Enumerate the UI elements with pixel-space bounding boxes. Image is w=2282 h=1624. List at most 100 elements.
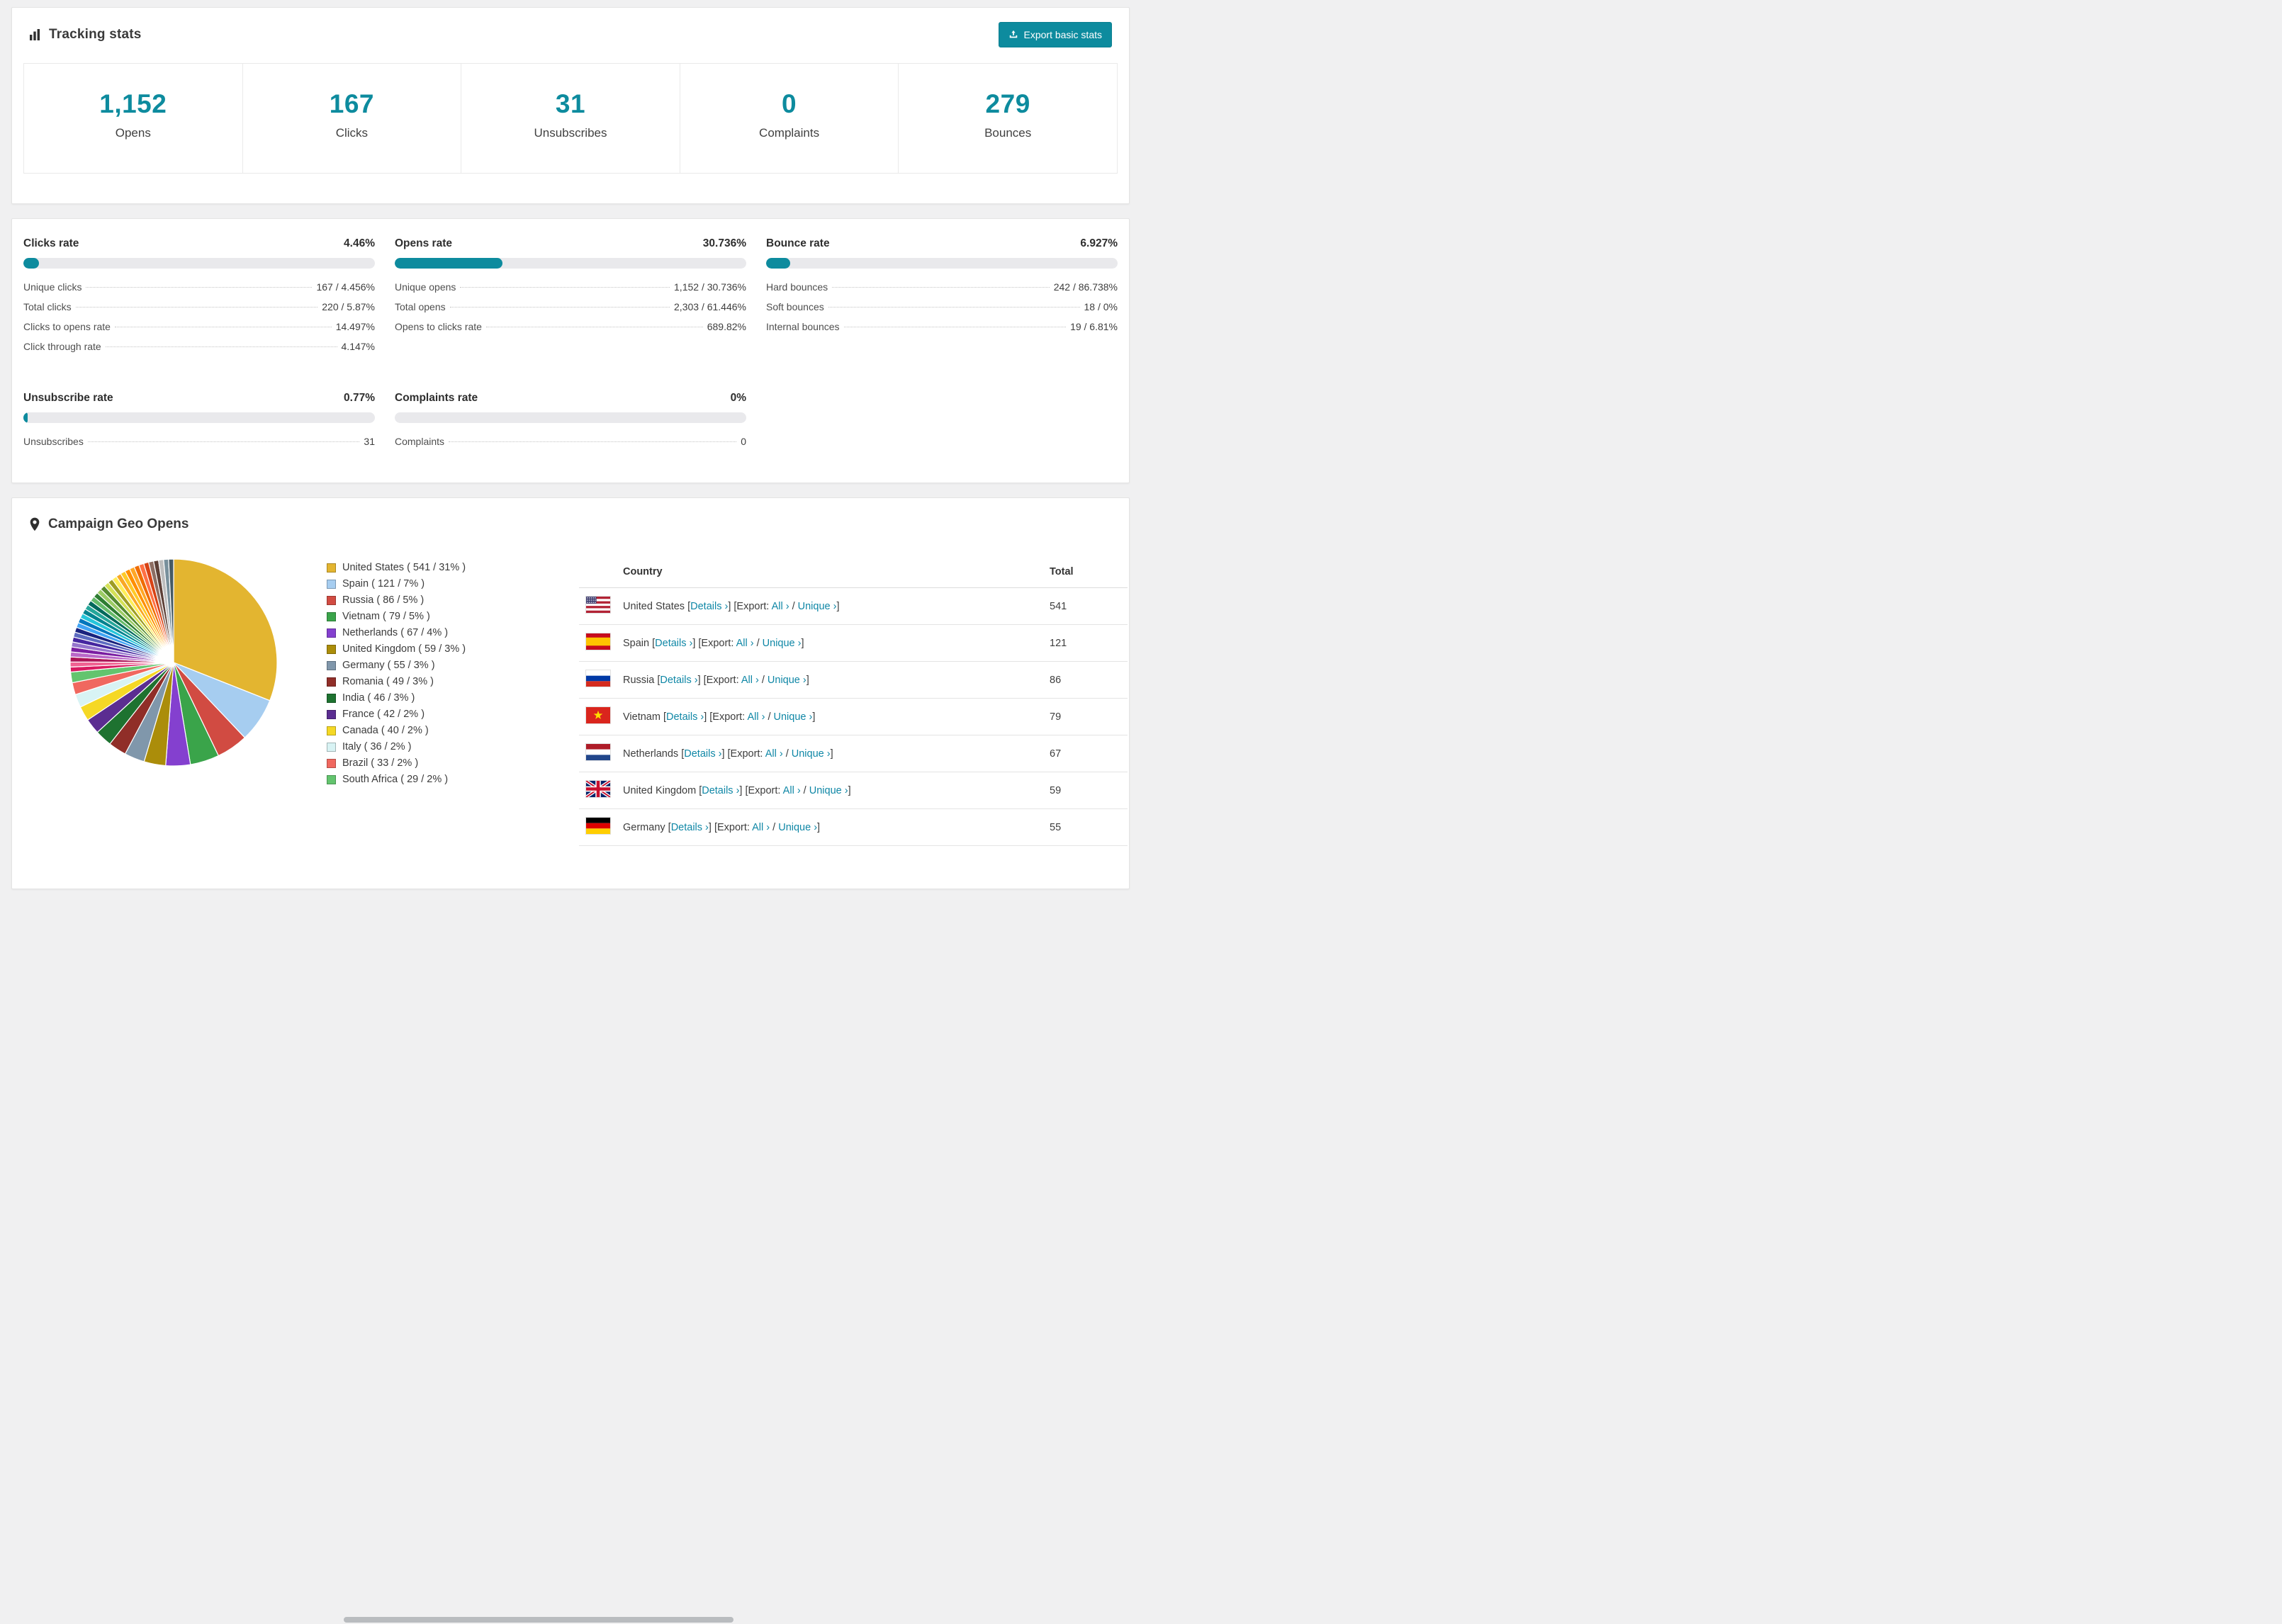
stat-row-label: Soft bounces	[766, 301, 824, 312]
stat-opens-value: 1,152	[99, 89, 167, 118]
stat-row-label: Click through rate	[23, 341, 101, 352]
country-name: Netherlands	[623, 748, 679, 760]
legend-item[interactable]: Spain ( 121 / 7% )	[327, 578, 569, 590]
details-link[interactable]: Details ›	[671, 822, 709, 833]
geo-title: Campaign Geo Opens	[48, 517, 189, 531]
stat-row-value: 14.497%	[335, 321, 375, 332]
opens-rate-rows: Unique opens 1,152 / 30.736% Total opens 2,…	[395, 281, 746, 333]
stat-unsubscribes: 31 Unsubscribes	[461, 64, 680, 173]
legend-item[interactable]: Italy ( 36 / 2% )	[327, 741, 569, 752]
unsubscribe-rate-rows: Unsubscribes 31	[23, 436, 375, 448]
details-link[interactable]: Details ›	[655, 638, 692, 649]
stat-complaints-label: Complaints	[759, 126, 820, 140]
country-name: Germany	[623, 821, 665, 833]
stat-row-value: 18 / 0%	[1084, 301, 1118, 312]
export-unique-link[interactable]: Unique ›	[792, 748, 831, 760]
legend-item[interactable]: Romania ( 49 / 3% )	[327, 676, 569, 687]
dotted-leader	[86, 287, 313, 288]
geo-table-row: Vietnam [Details ›] [Export: All › / Uni…	[579, 698, 1128, 735]
stat-row-value: 242 / 86.738%	[1053, 281, 1118, 293]
dotted-leader	[87, 441, 360, 442]
legend-item[interactable]: South Africa ( 29 / 2% )	[327, 774, 569, 785]
export-all-link[interactable]: All ›	[741, 675, 759, 686]
export-basic-stats-button[interactable]: Export basic stats	[998, 22, 1112, 47]
export-unique-link[interactable]: Unique ›	[809, 785, 848, 796]
stat-row-value: 19 / 6.81%	[1070, 321, 1118, 332]
geo-table-row: Spain [Details ›] [Export: All › / Uniqu…	[579, 624, 1128, 662]
country-total: 86	[1044, 661, 1128, 699]
tracking-stats-page: Tracking stats Export basic stats 1,152 …	[0, 0, 1141, 889]
stat-row-label: Opens to clicks rate	[395, 321, 482, 332]
export-all-link[interactable]: All ›	[783, 785, 801, 796]
legend-item[interactable]: Germany ( 55 / 3% )	[327, 660, 569, 671]
unsubscribe-rate-value: 0.77%	[344, 392, 375, 404]
complaints-rate-rows: Complaints 0	[395, 436, 746, 448]
export-all-link[interactable]: All ›	[736, 638, 754, 649]
legend-swatch-icon	[327, 595, 336, 605]
tracking-stats-title: Tracking stats	[49, 27, 142, 42]
bounce-rate-rows: Hard bounces 242 / 86.738% Soft bounces 18 …	[766, 281, 1118, 333]
stat-unsubscribes-value: 31	[555, 89, 586, 118]
details-link[interactable]: Details ›	[690, 601, 728, 612]
stat-opens-label: Opens	[115, 126, 151, 140]
de-flag-icon	[586, 818, 610, 834]
export-unique-link[interactable]: Unique ›	[774, 711, 813, 723]
legend-item[interactable]: Vietnam ( 79 / 5% )	[327, 611, 569, 622]
stat-bounces-label: Bounces	[984, 126, 1032, 140]
legend-item[interactable]: Russia ( 86 / 5% )	[327, 594, 569, 606]
export-all-link[interactable]: All ›	[752, 822, 770, 833]
country-name: Spain	[623, 637, 650, 649]
clicks-rate-progress-fill	[23, 258, 40, 269]
legend-label: Romania ( 49 / 3% )	[342, 676, 434, 687]
us-flag-icon	[586, 597, 610, 614]
horizontal-scrollbar-thumb[interactable]	[344, 1617, 734, 1623]
stat-row-label: Total opens	[395, 301, 446, 312]
stat-complaints-value: 0	[782, 89, 797, 118]
nl-flag-icon	[586, 744, 610, 760]
export-unique-link[interactable]: Unique ›	[798, 601, 837, 612]
legend-item[interactable]: France ( 42 / 2% )	[327, 709, 569, 720]
export-unique-link[interactable]: Unique ›	[763, 638, 802, 649]
stat-row-value: 2,303 / 61.446%	[674, 301, 746, 312]
clicks-rate-rows: Unique clicks 167 / 4.456% Total clicks 220…	[23, 281, 375, 353]
map-pin-icon	[29, 517, 40, 531]
export-unique-link[interactable]: Unique ›	[768, 675, 806, 686]
geo-content: United States ( 541 / 31% ) Spain ( 121 /…	[12, 532, 1129, 889]
export-all-link[interactable]: All ›	[765, 748, 783, 760]
vn-flag-icon	[586, 707, 610, 723]
legend-item[interactable]: United Kingdom ( 59 / 3% )	[327, 643, 569, 655]
stat-row-value: 0	[741, 436, 746, 447]
flag-column-header	[579, 556, 617, 588]
details-link[interactable]: Details ›	[684, 748, 721, 760]
legend-item[interactable]: United States ( 541 / 31% )	[327, 562, 569, 573]
details-link[interactable]: Details ›	[702, 785, 739, 796]
stat-clicks-value: 167	[329, 89, 374, 118]
clicks-rate-title: Clicks rate	[23, 237, 79, 249]
legend-item[interactable]: India ( 46 / 3% )	[327, 692, 569, 704]
stats-strip: 1,152 Opens 167 Clicks 31 Unsubscribes 0…	[23, 63, 1118, 174]
export-all-link[interactable]: All ›	[747, 711, 765, 723]
stat-row-label: Clicks to opens rate	[23, 321, 111, 332]
stat-unsubscribes-label: Unsubscribes	[534, 126, 607, 140]
geo-header: Campaign Geo Opens	[12, 517, 1129, 532]
legend-item[interactable]: Canada ( 40 / 2% )	[327, 725, 569, 736]
legend-item[interactable]: Brazil ( 33 / 2% )	[327, 757, 569, 769]
export-unique-link[interactable]: Unique ›	[778, 822, 817, 833]
legend-item[interactable]: Netherlands ( 67 / 4% )	[327, 627, 569, 638]
stat-opens: 1,152 Opens	[24, 64, 242, 173]
geo-table-row: Germany [Details ›] [Export: All › / Uni…	[579, 808, 1128, 846]
details-link[interactable]: Details ›	[666, 711, 704, 723]
stat-row-value: 4.147%	[341, 341, 375, 352]
country-total: 121	[1044, 624, 1128, 662]
country-total: 541	[1044, 587, 1128, 625]
country-column-header: Country	[617, 556, 1044, 588]
tracking-stats-card: Tracking stats Export basic stats 1,152 …	[11, 7, 1130, 204]
export-all-link[interactable]: All ›	[772, 601, 789, 612]
dotted-leader	[105, 346, 337, 347]
legend-swatch-icon	[327, 742, 336, 752]
country-total: 59	[1044, 772, 1128, 809]
gb-flag-icon	[585, 779, 612, 799]
geo-pie-chart	[67, 556, 280, 769]
details-link[interactable]: Details ›	[660, 675, 697, 686]
opens-rate-value: 30.736%	[702, 237, 746, 249]
